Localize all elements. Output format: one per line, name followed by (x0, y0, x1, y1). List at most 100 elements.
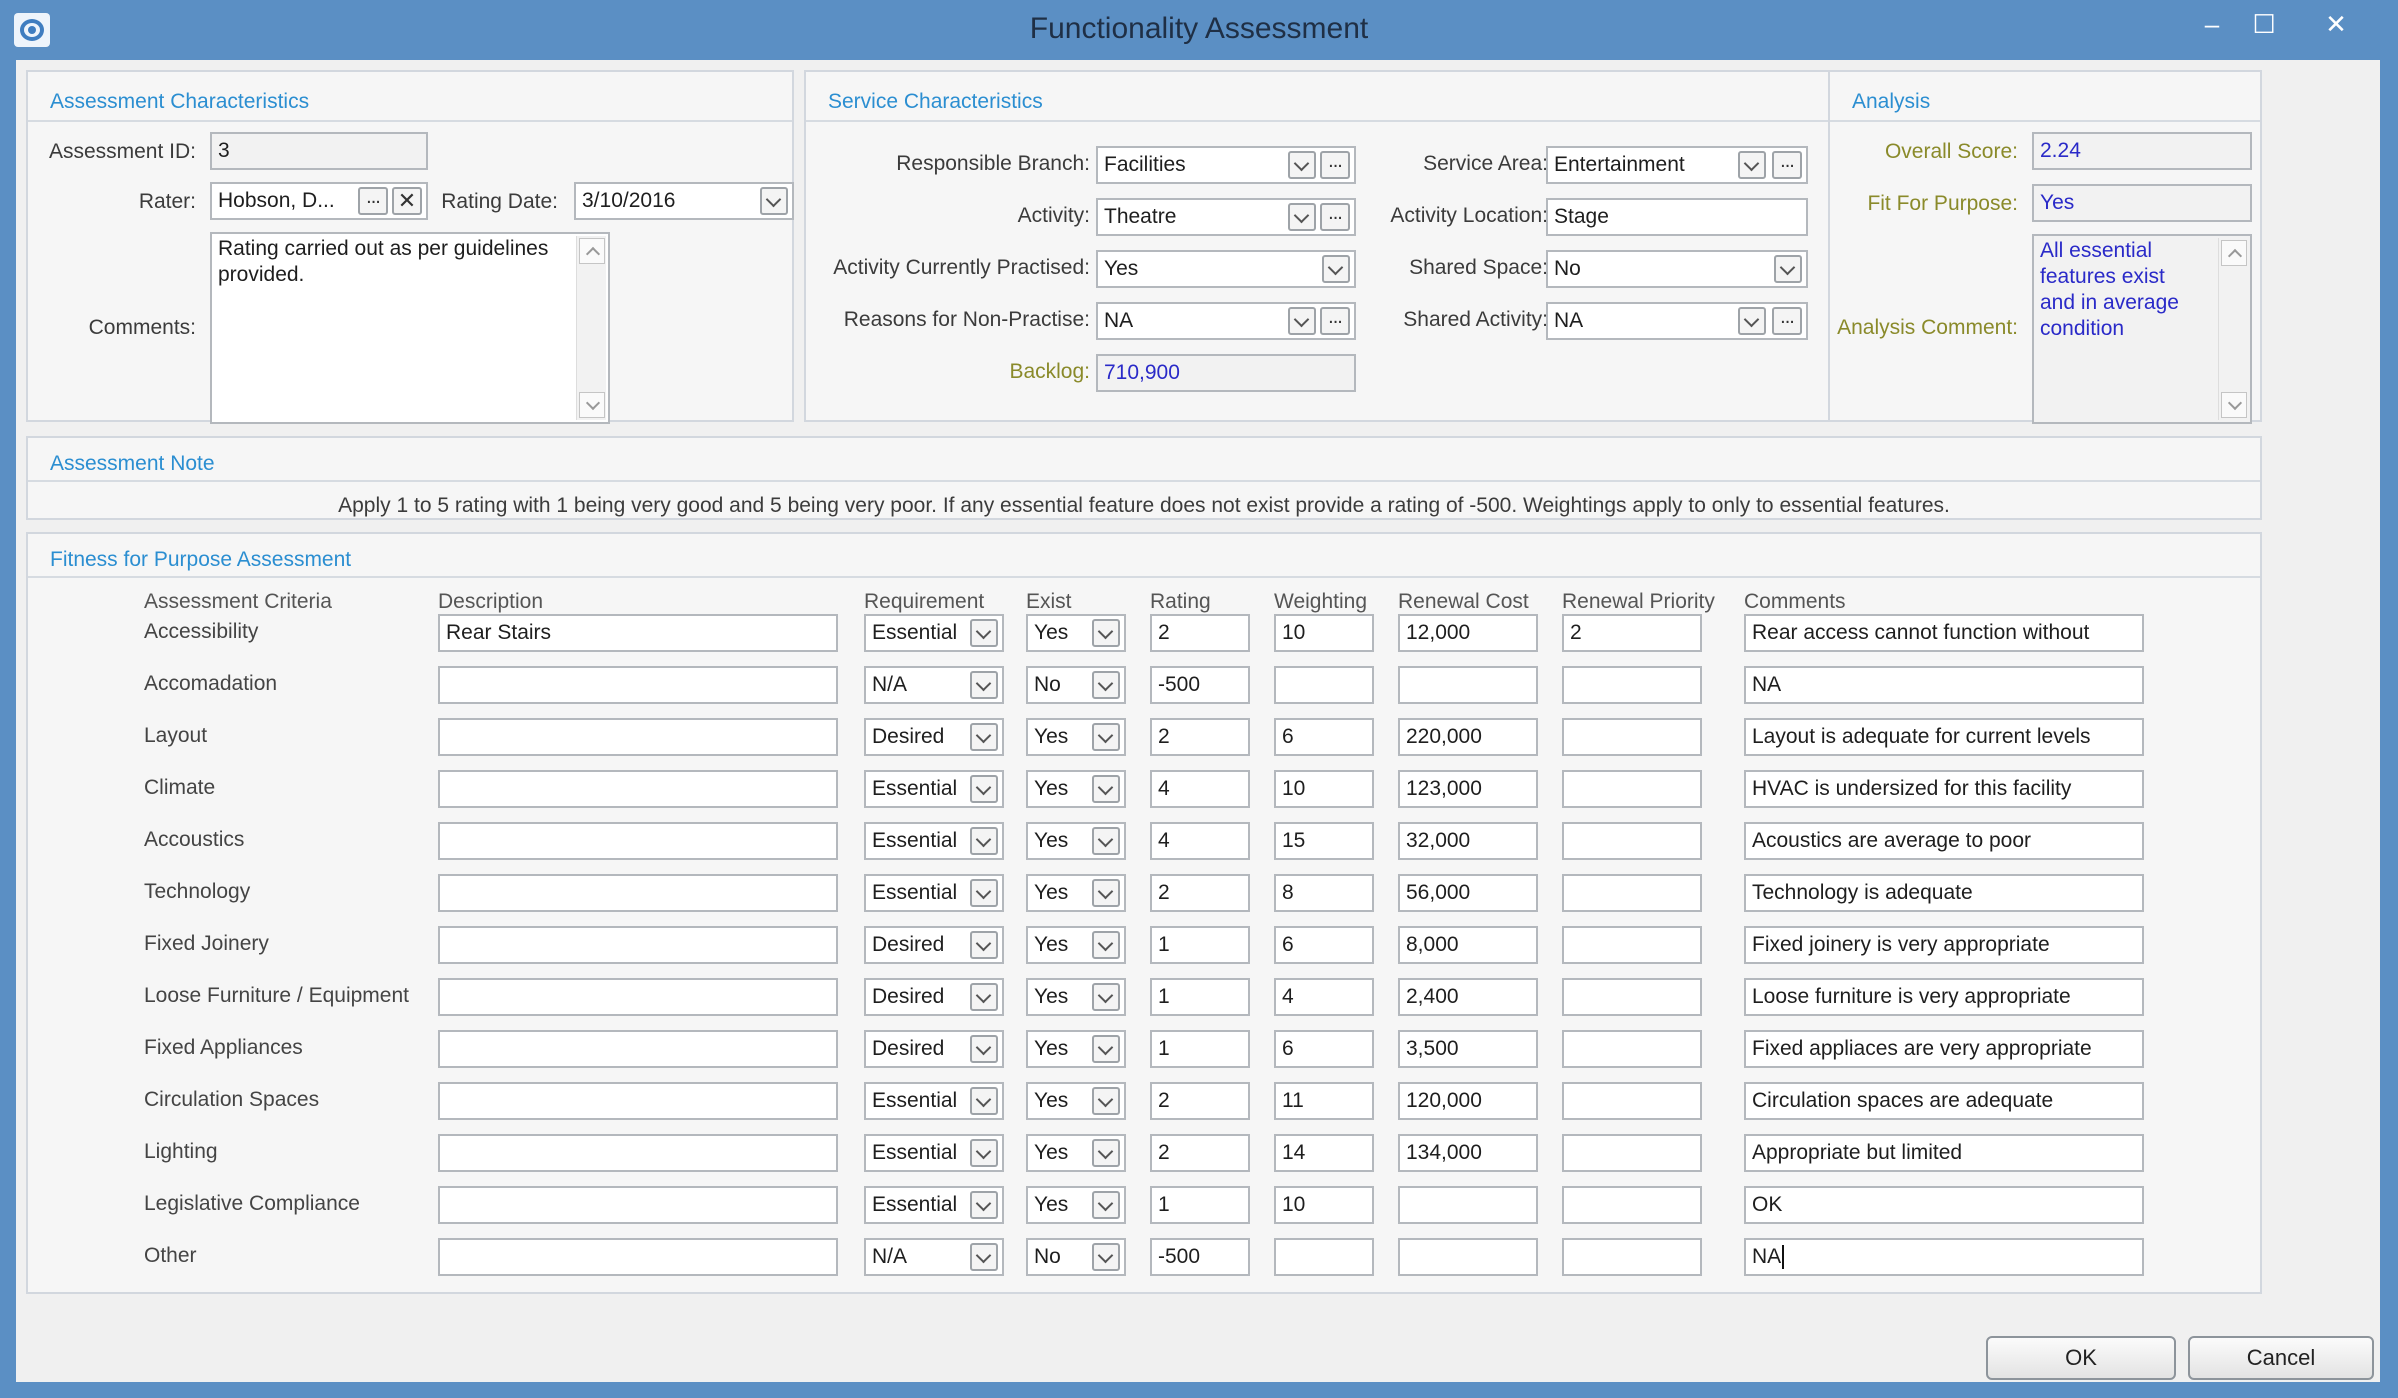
exist-select[interactable]: Yes (1026, 614, 1126, 652)
chevron-down-icon[interactable] (1092, 775, 1120, 803)
description-field[interactable] (438, 1134, 838, 1172)
renewal-cost-field[interactable]: 2,400 (1398, 978, 1538, 1016)
weighting-field[interactable]: 8 (1274, 874, 1374, 912)
description-field[interactable] (438, 1030, 838, 1068)
renewal-priority-field[interactable] (1562, 1082, 1702, 1120)
chevron-down-icon[interactable] (1288, 307, 1316, 335)
comments-field[interactable]: Technology is adequate (1744, 874, 2144, 912)
scroll-up-icon[interactable] (579, 238, 605, 264)
comments-field[interactable]: Circulation spaces are adequate (1744, 1082, 2144, 1120)
chevron-down-icon[interactable] (1092, 827, 1120, 855)
chevron-down-icon[interactable] (1092, 1139, 1120, 1167)
rating-field[interactable]: 1 (1150, 978, 1250, 1016)
analysis-comment-scrollbar[interactable] (2218, 238, 2248, 420)
renewal-cost-field[interactable] (1398, 1186, 1538, 1224)
scroll-down-icon[interactable] (2221, 392, 2247, 418)
chevron-down-icon[interactable] (1092, 1191, 1120, 1219)
chevron-down-icon[interactable] (970, 1035, 998, 1063)
chevron-down-icon[interactable] (970, 879, 998, 907)
comments-field[interactable]: Acoustics are average to poor (1744, 822, 2144, 860)
requirement-select[interactable]: Essential (864, 874, 1004, 912)
description-field[interactable] (438, 1186, 838, 1224)
renewal-cost-field[interactable]: 120,000 (1398, 1082, 1538, 1120)
comments-textarea[interactable]: Rating carried out as per guidelines pro… (210, 232, 610, 424)
ellipsis-icon[interactable]: ... (1772, 307, 1802, 335)
chevron-down-icon[interactable] (1738, 307, 1766, 335)
weighting-field[interactable]: 11 (1274, 1082, 1374, 1120)
weighting-field[interactable]: 6 (1274, 718, 1374, 756)
renewal-priority-field[interactable] (1562, 1134, 1702, 1172)
renewal-cost-field[interactable]: 3,500 (1398, 1030, 1538, 1068)
weighting-field[interactable] (1274, 1238, 1374, 1276)
chevron-down-icon[interactable] (1322, 255, 1350, 283)
chevron-down-icon[interactable] (1092, 983, 1120, 1011)
renewal-priority-field[interactable] (1562, 1186, 1702, 1224)
assessment-id-field[interactable]: 3 (210, 132, 428, 170)
description-field[interactable] (438, 666, 838, 704)
weighting-field[interactable]: 10 (1274, 1186, 1374, 1224)
service-area-select[interactable]: Entertainment ... (1546, 146, 1808, 184)
renewal-priority-field[interactable] (1562, 822, 1702, 860)
weighting-field[interactable]: 4 (1274, 978, 1374, 1016)
renewal-cost-field[interactable]: 12,000 (1398, 614, 1538, 652)
chevron-down-icon[interactable] (1092, 671, 1120, 699)
weighting-field[interactable]: 14 (1274, 1134, 1374, 1172)
rating-field[interactable]: 2 (1150, 1082, 1250, 1120)
rater-clear-icon[interactable]: ✕ (392, 187, 422, 215)
comments-field[interactable]: Rear access cannot function without (1744, 614, 2144, 652)
close-icon[interactable]: ✕ (2312, 6, 2360, 42)
exist-select[interactable]: Yes (1026, 1134, 1126, 1172)
renewal-priority-field[interactable] (1562, 874, 1702, 912)
requirement-select[interactable]: Essential (864, 614, 1004, 652)
exist-select[interactable]: No (1026, 1238, 1126, 1276)
renewal-priority-field[interactable] (1562, 666, 1702, 704)
rating-field[interactable]: -500 (1150, 666, 1250, 704)
scroll-up-icon[interactable] (2221, 240, 2247, 266)
rater-field[interactable]: Hobson, D... ... ✕ (210, 182, 428, 220)
exist-select[interactable]: Yes (1026, 978, 1126, 1016)
exist-select[interactable]: Yes (1026, 770, 1126, 808)
chevron-down-icon[interactable] (970, 1087, 998, 1115)
requirement-select[interactable]: Desired (864, 978, 1004, 1016)
chevron-down-icon[interactable] (970, 983, 998, 1011)
rating-field[interactable]: 2 (1150, 718, 1250, 756)
rating-field[interactable]: -500 (1150, 1238, 1250, 1276)
exist-select[interactable]: No (1026, 666, 1126, 704)
comments-field[interactable]: Layout is adequate for current levels (1744, 718, 2144, 756)
activity-location-field[interactable]: Stage (1546, 198, 1808, 236)
description-field[interactable] (438, 926, 838, 964)
weighting-field[interactable]: 15 (1274, 822, 1374, 860)
comments-scrollbar[interactable] (576, 236, 606, 420)
chevron-down-icon[interactable] (1774, 255, 1802, 283)
chevron-down-icon[interactable] (970, 827, 998, 855)
shared-space-select[interactable]: No (1546, 250, 1808, 288)
comments-field[interactable]: NA (1744, 1238, 2144, 1276)
renewal-priority-field[interactable] (1562, 1238, 1702, 1276)
requirement-select[interactable]: Desired (864, 926, 1004, 964)
activity-practised-select[interactable]: Yes (1096, 250, 1356, 288)
date-dropdown-icon[interactable] (760, 187, 788, 215)
chevron-down-icon[interactable] (1092, 1087, 1120, 1115)
chevron-down-icon[interactable] (970, 775, 998, 803)
ellipsis-icon[interactable]: ... (1772, 151, 1802, 179)
shared-activity-select[interactable]: NA ... (1546, 302, 1808, 340)
renewal-priority-field[interactable]: 2 (1562, 614, 1702, 652)
renewal-priority-field[interactable] (1562, 978, 1702, 1016)
ellipsis-icon[interactable]: ... (1320, 307, 1350, 335)
description-field[interactable] (438, 822, 838, 860)
comments-field[interactable]: NA (1744, 666, 2144, 704)
chevron-down-icon[interactable] (1092, 931, 1120, 959)
rating-field[interactable]: 4 (1150, 822, 1250, 860)
rating-field[interactable]: 2 (1150, 1134, 1250, 1172)
rating-field[interactable]: 2 (1150, 614, 1250, 652)
reasons-non-practise-select[interactable]: NA ... (1096, 302, 1356, 340)
description-field[interactable] (438, 874, 838, 912)
ok-button[interactable]: OK (1986, 1336, 2176, 1380)
renewal-priority-field[interactable] (1562, 926, 1702, 964)
chevron-down-icon[interactable] (1288, 151, 1316, 179)
chevron-down-icon[interactable] (1092, 879, 1120, 907)
requirement-select[interactable]: N/A (864, 666, 1004, 704)
chevron-down-icon[interactable] (970, 1243, 998, 1271)
renewal-cost-field[interactable]: 8,000 (1398, 926, 1538, 964)
chevron-down-icon[interactable] (1092, 619, 1120, 647)
